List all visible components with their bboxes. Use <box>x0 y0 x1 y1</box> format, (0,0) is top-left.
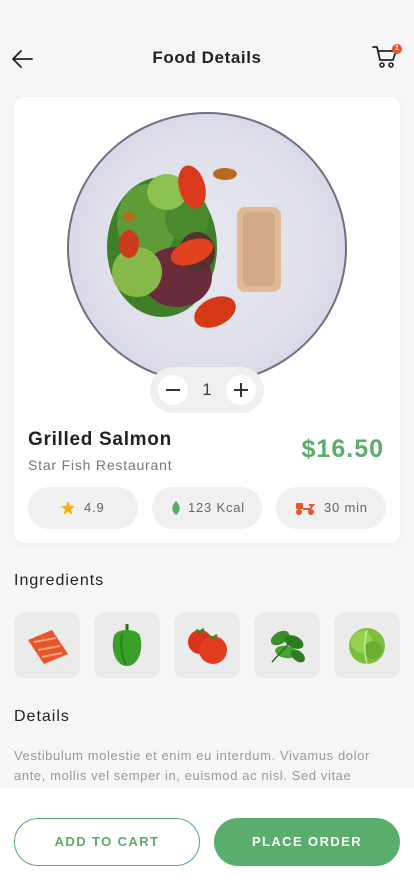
delivery-time-value: 30 min <box>324 500 368 515</box>
product-name: Grilled Salmon <box>28 429 172 450</box>
bottom-action-bar: ADD TO CART PLACE ORDER <box>0 788 414 896</box>
calories-chip: 123 Kcal <box>152 487 262 529</box>
ingredient-tomato[interactable] <box>174 612 240 678</box>
add-to-cart-button[interactable]: ADD TO CART <box>14 818 200 866</box>
details-description: Vestibulum molestie et enim eu interdum.… <box>14 748 370 783</box>
delivery-time-chip: 30 min <box>276 487 386 529</box>
cart-badge: 1 <box>392 44 402 54</box>
cart-button[interactable]: 1 <box>372 44 402 72</box>
rating-chip: 4.9 <box>28 487 138 529</box>
ingredient-lettuce[interactable] <box>334 612 400 678</box>
quantity-stepper: 1 <box>150 367 264 413</box>
tomato-icon <box>188 628 227 664</box>
basil-icon <box>270 630 305 663</box>
leaf-icon <box>172 501 180 515</box>
page-title: Food Details <box>152 48 262 67</box>
product-price: $16.50 <box>301 435 384 463</box>
star-icon <box>61 501 75 515</box>
ingredients-heading: Ingredients <box>14 572 105 589</box>
increase-quantity-button[interactable] <box>226 375 256 405</box>
green-pepper-icon <box>112 624 142 666</box>
calories-value: 123 Kcal <box>188 500 245 515</box>
details-heading: Details <box>14 708 70 725</box>
ingredient-salmon[interactable] <box>14 612 80 678</box>
restaurant-name: Star Fish Restaurant <box>28 457 173 473</box>
scooter-icon <box>296 503 315 515</box>
header: Food Details 1 <box>0 0 414 110</box>
ingredient-green-pepper[interactable] <box>94 612 160 678</box>
ingredient-basil[interactable] <box>254 612 320 678</box>
rating-value: 4.9 <box>84 500 105 515</box>
salmon-icon <box>28 630 68 664</box>
place-order-button[interactable]: PLACE ORDER <box>214 818 400 866</box>
lettuce-icon <box>349 628 385 665</box>
food-image <box>107 165 281 328</box>
product-card: 1 Grilled Salmon Star Fish Restaurant $1… <box>14 97 400 543</box>
